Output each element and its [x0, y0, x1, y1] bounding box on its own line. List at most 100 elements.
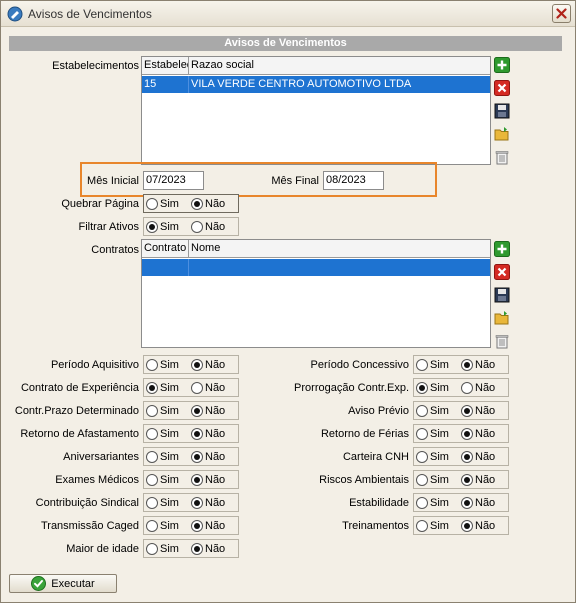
option-nao[interactable]: Não: [461, 381, 495, 395]
quebrar-pagina-sim[interactable]: Sim: [146, 197, 179, 211]
filtrar-ativos-nao[interactable]: Não: [191, 220, 225, 234]
estabelecimentos-label: Estabelecimentos: [52, 60, 139, 72]
option-label: Sim: [160, 382, 179, 394]
option-label: Não: [475, 474, 496, 486]
trash-icon[interactable]: [494, 149, 510, 165]
option-sim[interactable]: Sim: [146, 519, 179, 533]
option-label: Sim: [430, 497, 449, 509]
option-sim[interactable]: Sim: [416, 450, 449, 464]
filter-radio[interactable]: Sim Não: [413, 493, 509, 512]
open-folder-icon[interactable]: [494, 126, 510, 142]
option-sim[interactable]: Sim: [146, 450, 179, 464]
filter-radio[interactable]: Sim Não: [143, 516, 239, 535]
window-title: Avisos de Vencimentos: [28, 7, 152, 21]
cell-name: VILA VERDE CENTRO AUTOMOTIVO LTDA: [191, 78, 412, 90]
option-nao[interactable]: Não: [191, 542, 225, 556]
filter-radio[interactable]: Sim Não: [143, 493, 239, 512]
filtrar-ativos-radio[interactable]: Sim Não: [143, 217, 239, 236]
option-nao[interactable]: Não: [461, 473, 495, 487]
option-nao[interactable]: Não: [461, 358, 495, 372]
mes-inicial-label: Mês Inicial: [87, 175, 139, 187]
option-sim[interactable]: Sim: [416, 381, 449, 395]
filtrar-ativos-sim[interactable]: Sim: [146, 220, 179, 234]
option-nao[interactable]: Não: [461, 496, 495, 510]
open-folder-icon[interactable]: [494, 310, 510, 326]
filter-radio[interactable]: Sim Não: [413, 378, 509, 397]
radio-icon: [461, 405, 473, 417]
filtrar-ativos-label: Filtrar Ativos: [78, 221, 139, 233]
add-icon[interactable]: [494, 57, 510, 73]
save-icon[interactable]: [494, 103, 510, 119]
filter-radio[interactable]: Sim Não: [143, 401, 239, 420]
option-nao[interactable]: Não: [191, 427, 225, 441]
column-header-razao-social[interactable]: Razao social: [189, 57, 491, 75]
save-icon[interactable]: [494, 287, 510, 303]
option-nao[interactable]: Não: [461, 427, 495, 441]
radio-icon: [461, 451, 473, 463]
option-nao[interactable]: Não: [461, 519, 495, 533]
option-sim[interactable]: Sim: [146, 358, 179, 372]
option-sim[interactable]: Sim: [416, 358, 449, 372]
option-nao[interactable]: Não: [461, 450, 495, 464]
option-nao[interactable]: Não: [461, 404, 495, 418]
option-nao[interactable]: Não: [191, 450, 225, 464]
option-sim[interactable]: Sim: [416, 404, 449, 418]
cell-code: [142, 259, 189, 276]
option-sim[interactable]: Sim: [146, 427, 179, 441]
option-nao[interactable]: Não: [191, 473, 225, 487]
remove-icon[interactable]: [494, 264, 510, 280]
radio-icon: [416, 497, 428, 509]
quebrar-pagina-nao[interactable]: Não: [191, 197, 225, 211]
option-sim[interactable]: Sim: [416, 427, 449, 441]
table-row[interactable]: 15 VILA VERDE CENTRO AUTOMOTIVO LTDA: [142, 76, 490, 93]
option-sim[interactable]: Sim: [146, 496, 179, 510]
option-label: Não: [475, 405, 496, 417]
mes-inicial-input[interactable]: 07/2023: [143, 171, 204, 190]
contratos-grid[interactable]: Contrato Nome: [141, 239, 491, 348]
filter-radio[interactable]: Sim Não: [143, 355, 239, 374]
column-header-estabelecimento[interactable]: Estabelecimento: [142, 57, 189, 75]
column-header-contrato[interactable]: Contrato: [142, 240, 189, 258]
option-sim[interactable]: Sim: [146, 381, 179, 395]
remove-icon[interactable]: [494, 80, 510, 96]
option-sim[interactable]: Sim: [416, 473, 449, 487]
option-nao[interactable]: Não: [191, 404, 225, 418]
filter-radio[interactable]: Sim Não: [413, 470, 509, 489]
mes-final-input[interactable]: 08/2023: [323, 171, 384, 190]
filter-radio[interactable]: Sim Não: [413, 447, 509, 466]
close-button[interactable]: [552, 4, 571, 23]
option-sim[interactable]: Sim: [416, 519, 449, 533]
option-label: Não: [475, 382, 496, 394]
option-nao[interactable]: Não: [191, 358, 225, 372]
option-nao[interactable]: Não: [191, 496, 225, 510]
filter-radio[interactable]: Sim Não: [413, 355, 509, 374]
table-row[interactable]: [142, 259, 490, 276]
filter-radio[interactable]: Sim Não: [413, 516, 509, 535]
option-nao[interactable]: Não: [191, 381, 225, 395]
option-sim[interactable]: Sim: [416, 496, 449, 510]
estabelecimentos-grid[interactable]: Estabelecimento Razao social 15 VILA VER…: [141, 56, 491, 165]
option-sim[interactable]: Sim: [146, 404, 179, 418]
radio-icon: [146, 382, 158, 394]
check-icon: [31, 576, 47, 591]
quebrar-pagina-radio[interactable]: Sim Não: [143, 194, 239, 213]
option-sim[interactable]: Sim: [146, 473, 179, 487]
radio-icon: [416, 382, 428, 394]
option-label: Sim: [160, 428, 179, 440]
filter-radio[interactable]: Sim Não: [413, 424, 509, 443]
filter-radio[interactable]: Sim Não: [143, 378, 239, 397]
executar-button[interactable]: Executar: [9, 574, 117, 593]
trash-icon[interactable]: [494, 333, 510, 349]
filter-radio[interactable]: Sim Não: [143, 539, 239, 558]
radio-icon: [146, 520, 158, 532]
add-icon[interactable]: [494, 241, 510, 257]
option-sim[interactable]: Sim: [146, 542, 179, 556]
filter-radio[interactable]: Sim Não: [143, 424, 239, 443]
filter-label: Retorno de Afastamento: [20, 428, 139, 440]
option-nao[interactable]: Não: [191, 519, 225, 533]
column-header-nome[interactable]: Nome: [189, 240, 491, 258]
radio-icon: [191, 520, 203, 532]
filter-radio[interactable]: Sim Não: [143, 447, 239, 466]
filter-radio[interactable]: Sim Não: [413, 401, 509, 420]
filter-radio[interactable]: Sim Não: [143, 470, 239, 489]
